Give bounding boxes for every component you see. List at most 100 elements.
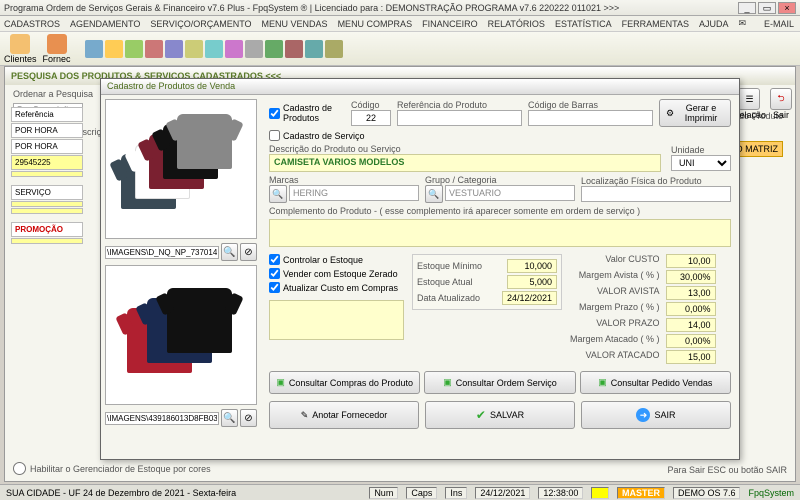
toolbar-icon[interactable] [305, 40, 323, 58]
val-estoque-min[interactable]: 10,000 [507, 259, 557, 273]
window-title: Programa Ordem de Serviços Gerais & Fina… [4, 3, 736, 13]
toolbar-icon[interactable] [205, 40, 223, 58]
chk-cadastro-produtos[interactable]: Cadastro de Produtos [269, 103, 345, 123]
tool-fornec[interactable]: Fornec [43, 34, 71, 64]
btn-sair-search[interactable]: ⮌ Sair [770, 88, 792, 120]
image-path-2[interactable] [105, 412, 219, 425]
chk-vender-zerado[interactable]: Vender com Estoque Zerado [269, 268, 404, 279]
label-habilitar: Habilitar o Gerenciador de Estoque por c… [30, 464, 211, 474]
cell-code[interactable]: 29545225 [11, 155, 83, 170]
tool-clientes[interactable]: Clientes [4, 34, 37, 64]
menu-cadastros[interactable]: CADASTROS [4, 19, 60, 29]
browse-button[interactable]: 🔍 [221, 243, 238, 261]
notes-box[interactable] [269, 300, 404, 340]
status-fpq: FpqSystem [748, 488, 794, 498]
lookup-grupo[interactable]: 🔍 [425, 185, 443, 203]
field-descricao[interactable]: CAMISETA VARIOS MODELOS [269, 154, 661, 172]
toolbar-icon[interactable] [185, 40, 203, 58]
chk-atualizar-custo[interactable]: Atualizar Custo em Compras [269, 282, 404, 293]
field-grupo[interactable] [445, 185, 575, 201]
close-button[interactable]: × [778, 2, 796, 14]
toolbar-icon[interactable] [265, 40, 283, 58]
toolbar-icon[interactable] [165, 40, 183, 58]
status-num: Num [369, 487, 398, 499]
val-prazo[interactable]: 14,00 [666, 318, 716, 332]
btn-gerar-imprimir[interactable]: ⚙Gerar e Imprimir [659, 99, 731, 127]
stock-box: Estoque Mínimo10,000 Estoque Atual5,000 … [412, 254, 562, 310]
menu-ferramentas[interactable]: FERRAMENTAS [622, 19, 689, 29]
browse-button[interactable]: 🔍 [221, 409, 238, 427]
btn-anotar-fornecedor[interactable]: ✎Anotar Fornecedor [269, 401, 419, 429]
list-icon: ☰ [738, 88, 760, 110]
val-custo[interactable]: 10,00 [666, 254, 716, 268]
cell-por-hora[interactable]: POR HORA [11, 123, 83, 138]
label-descricao: Descrição do Produto ou Serviço [269, 144, 661, 154]
minimize-button[interactable]: _ [738, 2, 756, 14]
radio-habilitar[interactable] [13, 462, 26, 475]
menu-vendas[interactable]: MENU VENDAS [262, 19, 328, 29]
cell-empty[interactable] [11, 238, 83, 244]
check-icon: ✔ [476, 408, 486, 422]
menu-financeiro[interactable]: FINANCEIRO [422, 19, 478, 29]
field-localizacao[interactable] [581, 186, 731, 202]
btn-salvar[interactable]: ✔SALVAR [425, 401, 575, 429]
menu-relatorios[interactable]: RELATÓRIOS [488, 19, 545, 29]
clear-image-button[interactable]: ⊘ [240, 409, 257, 427]
menu-compras[interactable]: MENU COMPRAS [338, 19, 413, 29]
cell-empty[interactable] [11, 201, 83, 207]
cell-servico[interactable]: SERVIÇO [11, 185, 83, 200]
toolbar-icon[interactable] [245, 40, 263, 58]
cell-empty[interactable] [11, 171, 83, 177]
val-margem-prazo[interactable]: 0,00% [666, 302, 716, 316]
label-margem-prazo: Margem Prazo ( % ) [570, 302, 660, 316]
chk-controlar-estoque[interactable]: Controlar o Estoque [269, 254, 404, 265]
maximize-button[interactable]: ▭ [758, 2, 776, 14]
form-column: Cadastro de Produtos Código Referência d… [261, 95, 739, 459]
val-margem-atacado[interactable]: 0,00% [666, 334, 716, 348]
label-localizacao: Localização Física do Produto [581, 176, 731, 186]
field-codigo[interactable] [351, 110, 391, 126]
cell-promocao[interactable]: PROMOÇÃO [11, 222, 83, 237]
toolbar-icon[interactable] [285, 40, 303, 58]
val-avista[interactable]: 13,00 [666, 286, 716, 300]
menu-servico[interactable]: SERVIÇO/ORÇAMENTO [150, 19, 251, 29]
menu-email[interactable]: E-MAIL [764, 19, 794, 29]
toolbar-icon[interactable] [325, 40, 343, 58]
menu-estatistica[interactable]: ESTATÍSTICA [555, 19, 612, 29]
toolbar-icon[interactable] [85, 40, 103, 58]
field-referencia[interactable] [397, 110, 522, 126]
arrow-icon: ➜ [636, 408, 650, 422]
cell-empty[interactable] [11, 208, 83, 214]
val-atacado[interactable]: 15,00 [666, 350, 716, 364]
val-margem-avista[interactable]: 30,00% [666, 270, 716, 284]
status-demo: DEMO OS 7.6 [673, 487, 741, 499]
field-complemento[interactable] [269, 219, 731, 247]
toolbar-icon[interactable] [105, 40, 123, 58]
label-valor-atacado: VALOR ATACADO [570, 350, 660, 364]
btn-consultar-ordem[interactable]: ▣Consultar Ordem Serviço [424, 371, 575, 394]
cell-por-hora[interactable]: POR HORA [11, 139, 83, 154]
clear-image-button[interactable]: ⊘ [240, 243, 257, 261]
product-image-2 [105, 265, 257, 405]
label-marcas: Marcas [269, 175, 419, 185]
field-marcas[interactable] [289, 185, 419, 201]
lookup-marcas[interactable]: 🔍 [269, 185, 287, 203]
label-unidade: Unidade [671, 145, 731, 155]
val-estoque-atual[interactable]: 5,000 [507, 275, 557, 289]
toolbar-icon[interactable] [145, 40, 163, 58]
toolbar-icon[interactable] [125, 40, 143, 58]
field-barras[interactable] [528, 110, 653, 126]
image-path-1[interactable] [105, 246, 219, 259]
menu-agendamento[interactable]: AGENDAMENTO [70, 19, 140, 29]
label-margem-atacado: Margem Atacado ( % ) [570, 334, 660, 348]
menu-ajuda[interactable]: AJUDA [699, 19, 729, 29]
combo-unidade[interactable]: UNI [671, 155, 731, 171]
chk-cadastro-servico[interactable]: Cadastro de Serviço [269, 130, 365, 141]
btn-sair[interactable]: ➜SAIR [581, 401, 731, 429]
toolbar-icon[interactable] [225, 40, 243, 58]
status-caps: Caps [406, 487, 437, 499]
cart-icon: ▣ [276, 377, 285, 388]
btn-consultar-pedido[interactable]: ▣Consultar Pedido Vendas [580, 371, 731, 394]
sale-icon: ▣ [598, 377, 607, 388]
btn-consultar-compras[interactable]: ▣Consultar Compras do Produto [269, 371, 420, 394]
